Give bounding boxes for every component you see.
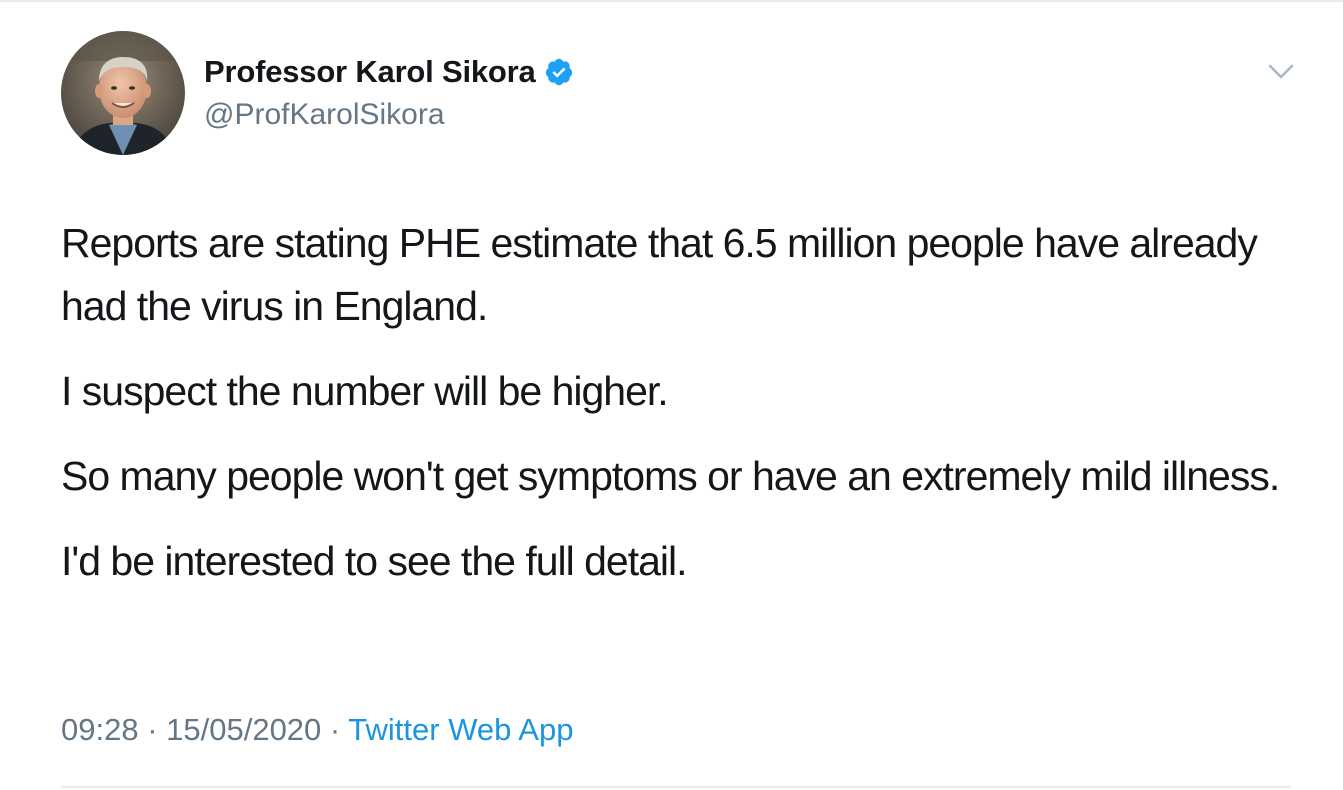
author-name-link[interactable]: Professor Karol Sikora bbox=[204, 52, 574, 92]
tweet-paragraph: I'd be interested to see the full detail… bbox=[61, 538, 688, 584]
tweet-paragraph: Reports are stating PHE estimate that 6.… bbox=[61, 220, 1258, 329]
author-handle[interactable]: @ProfKarolSikora bbox=[204, 98, 574, 132]
meta-separator: · bbox=[321, 712, 349, 747]
tweet-time[interactable]: 09:28 bbox=[61, 712, 139, 747]
meta-separator: · bbox=[138, 712, 167, 747]
tweet-text: Reports are stating PHE estimate that 6.… bbox=[61, 212, 1311, 615]
chevron-down-icon[interactable] bbox=[1264, 58, 1298, 86]
verified-badge-icon bbox=[544, 57, 574, 87]
tweet-paragraph: So many people won't get symptoms or hav… bbox=[61, 453, 1280, 499]
display-name[interactable]: Professor Karol Sikora bbox=[204, 54, 536, 90]
tweet-source-link[interactable]: Twitter Web App bbox=[348, 712, 573, 747]
author-block: Professor Karol Sikora @ProfKarolSikora bbox=[204, 52, 574, 132]
tweet-paragraph: I suspect the number will be higher. bbox=[61, 368, 669, 414]
avatar-photo bbox=[61, 31, 185, 155]
tweet-date[interactable]: 15/05/2020 bbox=[166, 712, 321, 747]
bottom-divider bbox=[61, 786, 1291, 788]
avatar[interactable] bbox=[61, 31, 185, 155]
tweet: Professor Karol Sikora @ProfKarolSikora … bbox=[0, 0, 1343, 790]
tweet-metadata: 09:28 · 15/05/2020 · Twitter Web App bbox=[61, 712, 573, 748]
